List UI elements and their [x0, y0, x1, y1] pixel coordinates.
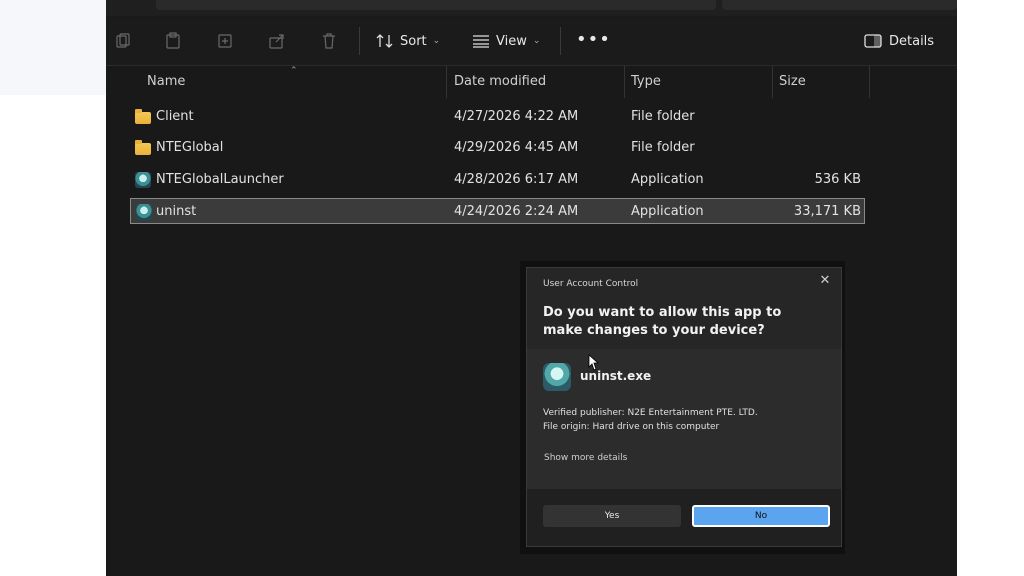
column-header-date[interactable]: Date modified [454, 66, 546, 98]
file-name: Client [156, 109, 194, 124]
app-icon [135, 172, 151, 188]
share-icon[interactable] [268, 32, 286, 50]
file-size: 33,171 KB [793, 204, 861, 219]
sort-button[interactable]: Sort ⌄ [376, 29, 440, 53]
details-pane-button[interactable]: Details [864, 29, 934, 53]
uac-info: Verified publisher: N2E Entertainment PT… [543, 406, 758, 434]
more-options-button[interactable]: ••• [576, 29, 611, 51]
uac-origin: File origin: Hard drive on this computer [543, 422, 720, 432]
column-divider[interactable] [624, 66, 625, 98]
uac-question: Do you want to allow this app to make ch… [543, 305, 782, 338]
column-divider[interactable] [446, 66, 447, 98]
toolbar-separator [359, 27, 360, 55]
file-type: File folder [631, 109, 695, 124]
file-row[interactable]: Client 4/27/2026 4:22 AM File folder [130, 104, 865, 130]
no-button[interactable]: No [692, 505, 830, 527]
column-divider[interactable] [869, 66, 870, 98]
view-label: View [496, 33, 527, 49]
command-bar: Sort ⌄ View ⌄ ••• Details [106, 17, 957, 66]
folder-icon [135, 140, 151, 155]
column-header-size[interactable]: Size [779, 66, 806, 98]
file-row[interactable]: NTEGlobal 4/29/2026 4:45 AM File folder [130, 135, 865, 161]
uac-footer: Yes No [527, 489, 841, 546]
column-header-name[interactable]: Name [147, 66, 185, 98]
file-row[interactable]: NTEGlobalLauncher 4/28/2026 6:17 AM Appl… [130, 167, 865, 193]
sort-label: Sort [400, 33, 427, 49]
search-box[interactable] [722, 0, 957, 10]
file-date: 4/27/2026 4:22 AM [454, 109, 579, 124]
file-date: 4/29/2026 4:45 AM [454, 140, 579, 155]
file-row-selected[interactable]: uninst 4/24/2026 2:24 AM Application 33,… [130, 198, 865, 224]
column-divider[interactable] [772, 66, 773, 98]
file-explorer-window: Sort ⌄ View ⌄ ••• Details ⌃ Name Date mo… [106, 0, 957, 576]
uac-dialog: User Account Control ✕ Do you want to al… [526, 267, 842, 547]
file-date: 4/28/2026 6:17 AM [454, 172, 579, 187]
file-size: 536 KB [814, 172, 861, 187]
file-name: uninst [156, 204, 197, 219]
address-bar[interactable] [156, 0, 716, 10]
delete-icon[interactable] [320, 32, 338, 50]
uac-title: User Account Control [543, 279, 639, 289]
file-type: Application [631, 172, 704, 187]
view-icon [473, 35, 489, 48]
chevron-down-icon: ⌄ [432, 36, 441, 46]
file-date: 4/24/2026 2:24 AM [454, 204, 579, 219]
folder-icon [135, 109, 151, 124]
details-pane-icon [864, 34, 882, 48]
sort-icon [376, 34, 393, 48]
chevron-down-icon: ⌄ [532, 36, 541, 46]
cut-icon[interactable] [114, 32, 132, 50]
app-icon [136, 204, 152, 220]
toolbar-separator [560, 27, 561, 55]
yes-button[interactable]: Yes [543, 505, 681, 527]
address-bar-area [106, 0, 957, 16]
background-panel-right [957, 0, 1024, 576]
file-name: NTEGlobalLauncher [156, 172, 284, 187]
show-more-details-link[interactable]: Show more details [544, 453, 627, 463]
file-type: Application [631, 204, 704, 219]
mouse-pointer-icon [588, 354, 600, 371]
close-icon[interactable]: ✕ [817, 273, 833, 288]
uac-publisher: Verified publisher: N2E Entertainment PT… [543, 408, 758, 418]
file-type: File folder [631, 140, 695, 155]
uac-body: uninst.exe Verified publisher: N2E Enter… [527, 349, 841, 489]
file-name: NTEGlobal [156, 140, 224, 155]
copy-icon[interactable] [164, 32, 182, 50]
column-header-row: ⌃ Name Date modified Type Size [106, 66, 957, 98]
sort-caret-icon: ⌃ [290, 66, 298, 76]
background-panel-left [0, 0, 106, 95]
app-icon [543, 363, 571, 391]
column-header-type[interactable]: Type [631, 66, 661, 98]
paste-icon[interactable] [216, 32, 234, 50]
view-button[interactable]: View ⌄ [472, 29, 540, 53]
details-label: Details [889, 33, 935, 49]
